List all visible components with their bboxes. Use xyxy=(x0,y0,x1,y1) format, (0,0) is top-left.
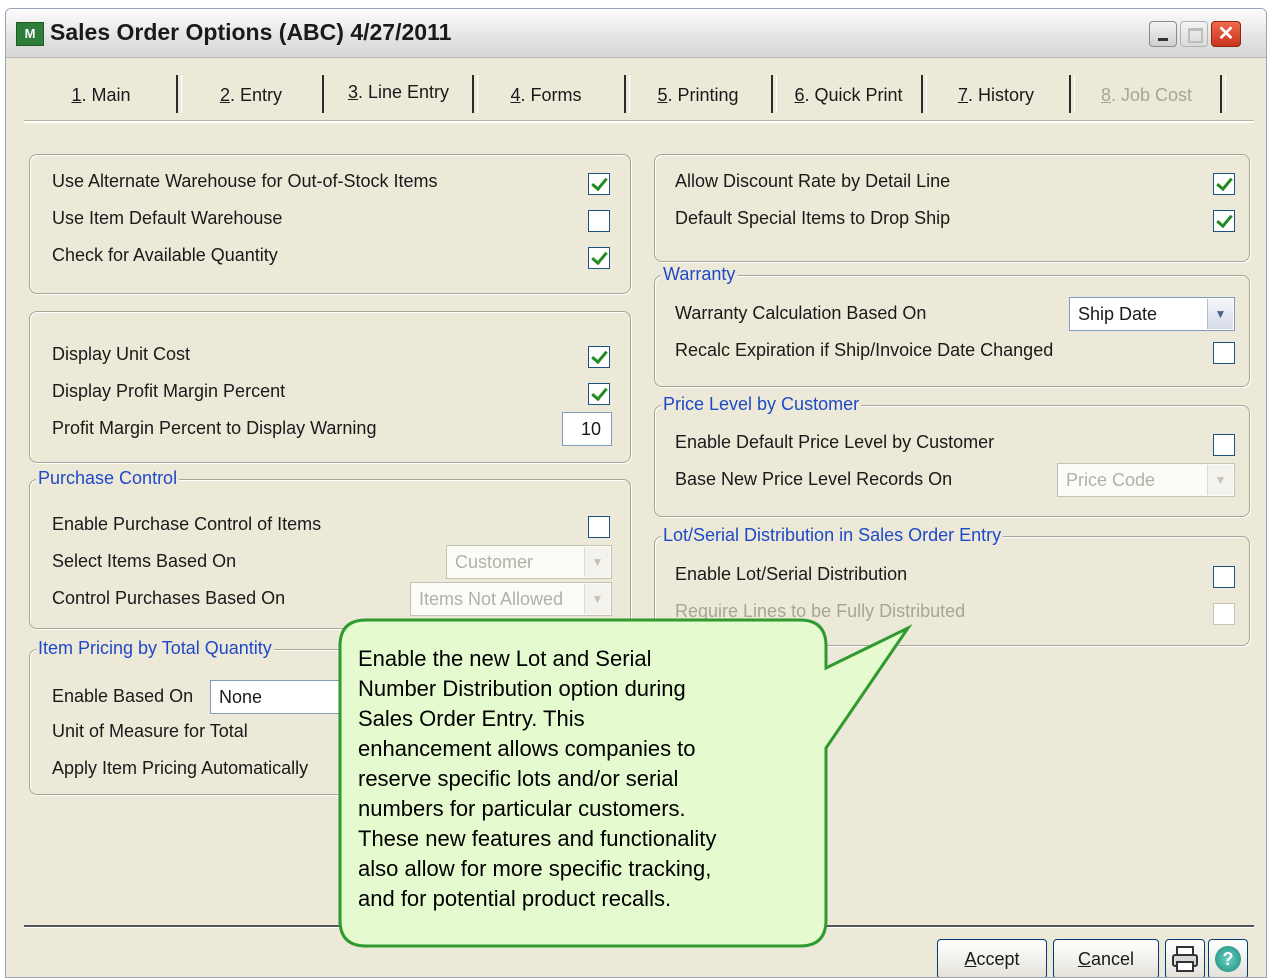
callout-text: Enable the new Lot and Serial Number Dis… xyxy=(358,646,717,911)
